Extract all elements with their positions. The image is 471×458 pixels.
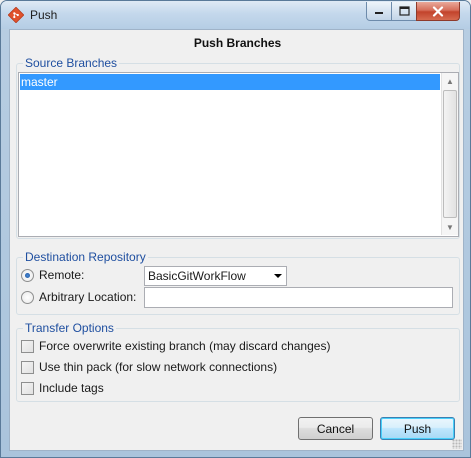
force-overwrite-checkbox[interactable]: [21, 340, 34, 353]
source-branches-group: Source Branches master ▲ ▼: [16, 56, 460, 239]
force-overwrite-label: Force overwrite existing branch (may dis…: [39, 339, 331, 353]
minimize-icon: [375, 12, 383, 14]
scroll-thumb[interactable]: [443, 90, 457, 218]
dialog-heading: Push Branches: [193, 36, 282, 50]
arbitrary-location-input[interactable]: [144, 287, 453, 308]
push-button[interactable]: Push: [380, 417, 455, 440]
push-dialog-window: Push Push Branches Source Branches maste…: [0, 0, 471, 458]
scroll-up-icon[interactable]: ▲: [442, 73, 458, 90]
dialog-client-area: Push Branches Source Branches master ▲ ▼…: [9, 29, 464, 451]
maximize-button[interactable]: [391, 2, 417, 21]
resize-grip[interactable]: [452, 439, 462, 449]
chevron-down-icon: [274, 274, 282, 278]
remote-dropdown[interactable]: BasicGitWorkFlow: [144, 266, 287, 286]
source-branches-list[interactable]: master ▲ ▼: [18, 72, 459, 237]
vertical-scrollbar[interactable]: ▲ ▼: [441, 73, 458, 235]
window-title: Push: [30, 8, 58, 22]
arbitrary-location-label: Arbitrary Location:: [39, 290, 137, 304]
transfer-options-label: Transfer Options: [23, 321, 116, 335]
remote-radio[interactable]: [21, 269, 34, 282]
include-tags-checkbox[interactable]: [21, 382, 34, 395]
remote-dropdown-value: BasicGitWorkFlow: [148, 269, 246, 283]
close-button[interactable]: [416, 2, 460, 21]
maximize-icon: [398, 6, 410, 16]
arbitrary-location-radio[interactable]: [21, 291, 34, 304]
git-icon: [8, 7, 24, 23]
thin-pack-checkbox[interactable]: [21, 361, 34, 374]
remote-label: Remote:: [39, 268, 85, 282]
title-bar[interactable]: Push: [1, 1, 470, 29]
source-branches-label: Source Branches: [23, 56, 120, 70]
scroll-down-icon[interactable]: ▼: [442, 219, 458, 236]
destination-repository-label: Destination Repository: [23, 250, 148, 264]
include-tags-label: Include tags: [39, 381, 104, 395]
transfer-options-group: Transfer Options Force overwrite existin…: [16, 321, 460, 402]
list-item-master[interactable]: master: [20, 74, 440, 90]
minimize-button[interactable]: [366, 2, 392, 21]
thin-pack-label: Use thin pack (for slow network connecti…: [39, 360, 278, 374]
cancel-button[interactable]: Cancel: [298, 417, 373, 440]
destination-repository-group: Destination Repository Remote: BasicGitW…: [16, 250, 460, 315]
close-icon: [432, 5, 444, 17]
